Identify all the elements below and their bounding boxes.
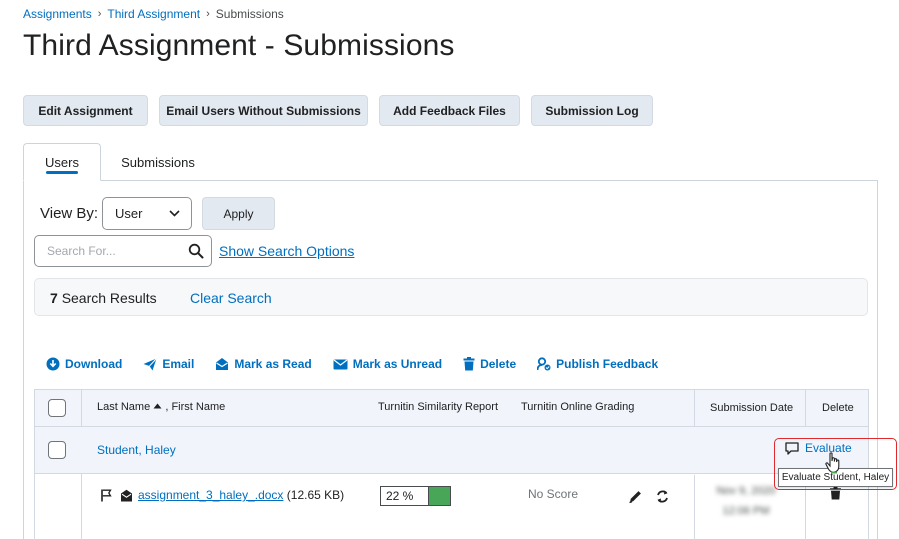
submission-file-icon: [121, 489, 132, 502]
comment-icon: [785, 441, 799, 455]
similarity-score-badge[interactable]: 22 %: [380, 486, 451, 506]
clear-search-link[interactable]: Clear Search: [190, 290, 272, 306]
column-divider: [805, 390, 806, 427]
results-count: 7 Search Results: [50, 290, 157, 306]
send-icon: [143, 357, 158, 370]
apply-button[interactable]: Apply: [202, 197, 275, 230]
publish-feedback-action[interactable]: Publish Feedback: [537, 357, 658, 371]
similarity-color-bar: [428, 487, 450, 505]
mail-icon: [333, 359, 348, 369]
online-grading-score: No Score: [528, 487, 579, 501]
publish-feedback-label: Publish Feedback: [556, 357, 659, 371]
edit-assignment-button[interactable]: Edit Assignment: [23, 95, 148, 126]
download-label: Download: [65, 357, 123, 371]
student-name-link[interactable]: Student, Haley: [97, 443, 176, 457]
flag-icon[interactable]: [101, 489, 112, 502]
column-header-similarity-report: Turnitin Similarity Report: [378, 401, 499, 413]
tab-submissions[interactable]: Submissions: [110, 143, 206, 181]
file-entry: assignment_3_haley_.docx (12.65 KB): [138, 488, 344, 502]
show-search-options-link[interactable]: Show Search Options: [219, 243, 354, 259]
column-header-name[interactable]: Last Name , First Name: [97, 401, 225, 413]
row-checkbox[interactable]: [48, 441, 66, 459]
results-number: 7: [50, 290, 58, 306]
breadcrumb-assignments[interactable]: Assignments: [23, 7, 92, 21]
breadcrumb: Assignments › Third Assignment › Submiss…: [23, 7, 284, 21]
view-by-select[interactable]: User: [102, 197, 192, 230]
results-label: Search Results: [61, 290, 157, 306]
mail-open-icon: [216, 358, 229, 370]
breadcrumb-third-assignment[interactable]: Third Assignment: [107, 7, 200, 21]
bulk-actions-toolbar: Download Email Mark as Read Mark as Unre…: [46, 356, 679, 372]
download-action[interactable]: Download: [46, 357, 122, 371]
chevron-down-icon: [169, 210, 180, 217]
file-download-link[interactable]: assignment_3_haley_.docx: [138, 488, 283, 502]
mark-unread-action[interactable]: Mark as Unread: [333, 357, 442, 371]
column-header-delete: Delete: [822, 402, 854, 414]
sort-ascending-icon: [153, 403, 162, 409]
view-by-label: View By:: [40, 205, 99, 222]
search-results-bar: 7 Search Results Clear Search: [34, 278, 868, 316]
mark-read-label: Mark as Read: [234, 357, 312, 371]
delete-action[interactable]: Delete: [463, 357, 516, 371]
email-users-button[interactable]: Email Users Without Submissions: [159, 95, 368, 126]
column-header-online-grading: Turnitin Online Grading: [521, 401, 635, 413]
download-icon: [46, 357, 60, 371]
mark-unread-label: Mark as Unread: [352, 357, 443, 371]
submission-date-line: Nov 9, 2020: [716, 485, 776, 497]
tab-active-indicator: [46, 171, 78, 174]
trash-icon: [463, 357, 475, 371]
column-header-first-name: , First Name: [165, 401, 226, 413]
pencil-icon[interactable]: [628, 489, 643, 504]
column-header-submission-date: Submission Date: [710, 402, 794, 414]
delete-label: Delete: [480, 357, 517, 371]
search-input[interactable]: [34, 235, 212, 267]
email-action[interactable]: Email: [143, 357, 194, 371]
table-row-student: Student, Haley: [35, 427, 868, 474]
submission-log-button[interactable]: Submission Log: [531, 95, 653, 126]
view-by-value: User: [115, 206, 143, 221]
column-header-last-name: Last Name: [97, 401, 151, 413]
file-size: (12.65 KB): [286, 488, 345, 502]
mark-read-action[interactable]: Mark as Read: [215, 357, 312, 371]
select-all-checkbox[interactable]: [48, 399, 66, 417]
search-icon[interactable]: [188, 243, 204, 259]
add-feedback-files-button[interactable]: Add Feedback Files: [379, 95, 520, 126]
email-label: Email: [162, 357, 195, 371]
column-divider: [694, 390, 695, 427]
breadcrumb-separator: ›: [97, 8, 102, 20]
submission-time-line: 12:06 PM: [722, 505, 770, 517]
breadcrumb-separator: ›: [206, 8, 210, 20]
refresh-icon[interactable]: [656, 489, 669, 504]
page-title: Third Assignment - Submissions: [23, 29, 455, 62]
tab-users-label: Users: [45, 154, 79, 170]
publish-feedback-icon: [537, 357, 551, 371]
tab-users[interactable]: Users: [23, 143, 101, 181]
table-header: Last Name , First Name Turnitin Similari…: [35, 390, 868, 427]
submission-date-blurred: Nov 9, 2020 12:06 PM: [716, 481, 776, 521]
breadcrumb-current: Submissions: [215, 7, 284, 21]
hand-pointer-icon: [825, 452, 840, 474]
similarity-percent: 22 %: [386, 489, 414, 503]
